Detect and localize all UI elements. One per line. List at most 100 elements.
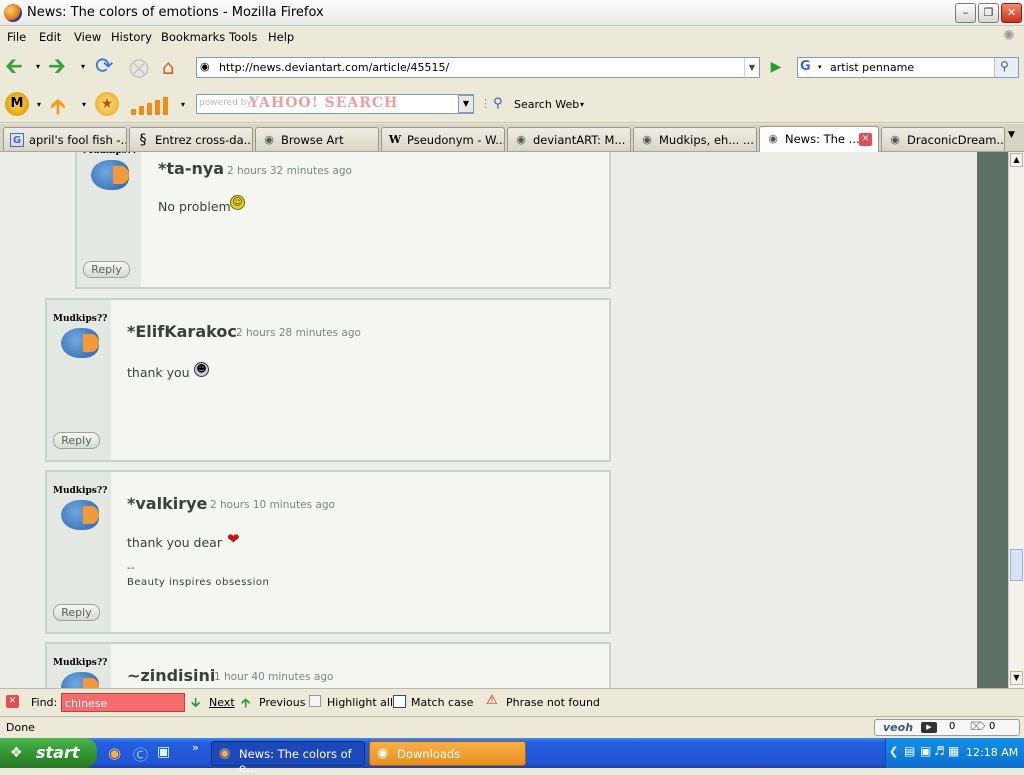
menu-view[interactable]: View — [74, 30, 101, 44]
m-dropdown-icon[interactable]: ▾ — [37, 100, 41, 109]
tray-app-icon[interactable]: ▦ — [948, 744, 959, 758]
tab-draconic-dream[interactable]: ◉ DraconicDream... — [881, 127, 1005, 151]
comment-username[interactable]: ~zindisini — [127, 666, 215, 685]
signal-bars-icon[interactable] — [131, 97, 175, 115]
status-bar: Done veoh ▶ 0 ⌦ 0 — [0, 716, 1024, 738]
play-icon[interactable]: ▶ — [921, 722, 937, 733]
search-box[interactable]: G ▾ artist penname ⚲ — [797, 57, 1019, 78]
google-engine-icon[interactable]: G — [800, 59, 811, 74]
stop-button[interactable]: ⨂ — [129, 55, 155, 79]
menu-bookmarks[interactable]: Bookmarks — [161, 30, 225, 44]
veoh-widget[interactable]: veoh ▶ 0 ⌦ 0 — [874, 719, 1020, 736]
page-viewport: Mudkips?? *ta-nya 2 hours 32 minutes ago… — [0, 152, 1008, 688]
star-icon[interactable]: ★ — [95, 92, 119, 116]
reply-button[interactable]: Reply — [53, 604, 100, 621]
close-button[interactable]: ✕ — [1001, 3, 1022, 23]
tab-april-fool-fish[interactable]: Gapril's fool fish -... — [3, 127, 127, 151]
menu-file[interactable]: File — [7, 30, 26, 44]
comment-username[interactable]: *ta-nya — [158, 159, 224, 178]
reload-button[interactable]: ⟳ — [95, 55, 121, 79]
up-arrow-icon[interactable]: 🡱 — [50, 90, 66, 128]
engine-dropdown-icon[interactable]: ▾ — [818, 63, 822, 71]
find-label: Find: — [31, 696, 58, 709]
network-icon[interactable]: ▤ — [904, 744, 915, 758]
find-previous-button[interactable]: Previous — [259, 696, 306, 709]
tab-mudkips[interactable]: ◉ Mudkips, eh... ... — [633, 127, 757, 151]
comment-text: No problem — [158, 199, 231, 214]
reply-button[interactable]: Reply — [53, 432, 100, 449]
scroll-down-icon[interactable]: ▼ — [1010, 671, 1023, 685]
forward-button[interactable]: 🡲 — [48, 55, 74, 79]
close-tab-icon[interactable]: ✕ — [859, 133, 872, 146]
taskbar-item-downloads[interactable]: ◉ Downloads — [369, 741, 526, 766]
avatar[interactable]: Mudkips?? — [83, 152, 137, 200]
comment-username[interactable]: *valkirye — [127, 494, 207, 513]
reply-button[interactable]: Reply — [83, 261, 130, 278]
minimize-button[interactable]: – — [955, 3, 976, 23]
search-web-icon[interactable]: ⚲ — [493, 96, 503, 111]
previous-arrow-icon[interactable]: 🡱 — [241, 694, 250, 716]
search-web-dropdown-icon[interactable]: ▾ — [580, 100, 584, 109]
start-button[interactable]: ❖ start — [0, 738, 97, 768]
menu-history[interactable]: History — [111, 30, 152, 44]
desktop-quicklaunch-icon[interactable]: ▣ — [157, 744, 170, 760]
close-find-icon[interactable]: ✕ — [6, 695, 19, 708]
home-button[interactable]: ⌂ — [162, 55, 188, 79]
yahoo-search-dropdown-icon[interactable]: ▼ — [458, 95, 474, 113]
tab-pseudonym[interactable]: W Pseudonym - W... — [381, 127, 505, 151]
url-bar[interactable]: ◉ http://news.deviantart.com/article/455… — [196, 57, 760, 78]
highlight-all-button[interactable]: Highlight all — [327, 696, 393, 709]
tab-entrez[interactable]: § Entrez cross-da... — [129, 127, 253, 151]
back-dropdown-icon[interactable]: ▾ — [36, 62, 40, 71]
rss-count: 0 — [989, 721, 996, 732]
maximize-button[interactable]: ❐ — [978, 3, 999, 23]
volume-icon[interactable]: ♬ — [934, 744, 945, 758]
vertical-scrollbar[interactable]: ▲ ▼ — [1008, 152, 1024, 688]
yahoo-search-input[interactable]: powered by YAHOO! SEARCH — [196, 94, 474, 114]
scrollbar-thumb[interactable] — [1010, 549, 1023, 581]
comment-username[interactable]: *ElifKarakoc — [127, 322, 237, 341]
search-web-button[interactable]: Search Web — [514, 98, 579, 111]
tab-deviantart-m[interactable]: ◉ deviantART: M... — [507, 127, 631, 151]
comment-timestamp[interactable]: 2 hours 32 minutes ago — [227, 165, 352, 177]
avatar[interactable]: Mudkips?? — [53, 486, 107, 540]
tab-news-active[interactable]: ◉ News: The ... ✕ — [759, 126, 879, 152]
google-favicon-icon: G — [10, 133, 24, 147]
url-dropdown-icon[interactable]: ▼ — [744, 58, 759, 77]
rss-icon[interactable]: ⌦ — [970, 720, 986, 733]
firefox-quicklaunch-icon[interactable]: ◉ — [108, 744, 121, 762]
comment-timestamp[interactable]: 1 hour 40 minutes ago — [214, 671, 333, 683]
monitor-icon[interactable]: ▣ — [920, 744, 931, 758]
firefox-icon: ◉ — [219, 746, 231, 761]
highlight-icon[interactable] — [309, 695, 321, 707]
bars-dropdown-icon[interactable]: ▾ — [181, 100, 185, 109]
go-button[interactable]: ▶ — [765, 57, 787, 78]
search-input[interactable]: artist penname — [830, 61, 914, 74]
scroll-up-icon[interactable]: ▲ — [1010, 153, 1023, 167]
status-text: Done — [6, 721, 35, 734]
search-icon[interactable]: ⚲ — [994, 58, 1018, 77]
comment-timestamp[interactable]: 2 hours 28 minutes ago — [236, 327, 361, 339]
avatar[interactable]: Mudkips?? — [53, 658, 107, 688]
tab-browse-art[interactable]: ◉ Browse Art — [255, 127, 379, 151]
menu-help[interactable]: Help — [268, 30, 294, 44]
tab-list-dropdown-icon[interactable]: ▼ — [1008, 130, 1015, 140]
ie-quicklaunch-icon[interactable]: Ⓒ — [133, 744, 148, 765]
comment-timestamp[interactable]: 2 hours 10 minutes ago — [210, 499, 335, 511]
back-button[interactable]: 🡰 — [5, 55, 31, 79]
m-logo-icon[interactable]: M — [5, 92, 29, 116]
find-input[interactable]: chinese — [61, 693, 185, 712]
signature-text: Beauty inspires obsession — [127, 577, 270, 588]
next-arrow-icon[interactable]: 🡳 — [191, 694, 200, 716]
avatar[interactable]: Mudkips?? — [53, 314, 107, 368]
menu-edit[interactable]: Edit — [39, 30, 61, 44]
find-next-button[interactable]: Next — [209, 696, 235, 709]
match-case-checkbox[interactable] — [393, 695, 406, 708]
tray-expand-icon[interactable]: ❮ — [889, 745, 898, 758]
menu-tools[interactable]: Tools — [229, 30, 257, 44]
forward-dropdown-icon[interactable]: ▾ — [81, 62, 85, 71]
taskbar-item-firefox[interactable]: ◉ News: The colors of e... — [211, 741, 365, 775]
up-dropdown-icon[interactable]: ▾ — [82, 100, 86, 109]
match-case-label[interactable]: Match case — [411, 696, 473, 709]
quicklaunch-expand-icon[interactable]: » — [192, 741, 199, 754]
